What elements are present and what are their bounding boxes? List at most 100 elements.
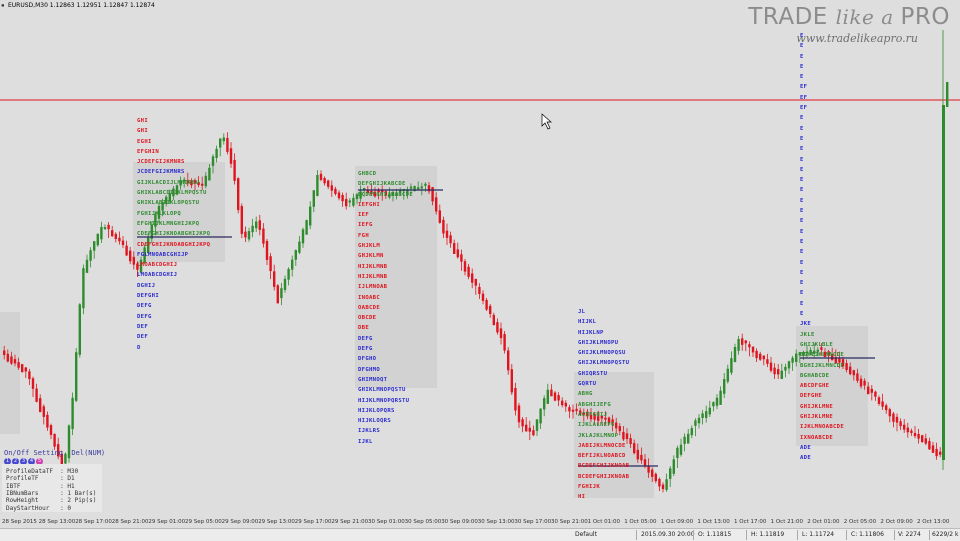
profile-row: JABIJKLMNOCDE	[578, 442, 626, 449]
profile-row: EF	[800, 94, 808, 101]
profile-row: HIJKLOQRS	[358, 418, 392, 425]
candle-body	[859, 378, 863, 387]
candle-body	[46, 414, 49, 428]
candle-body	[118, 237, 121, 242]
candle-body	[849, 366, 852, 375]
candle-body	[870, 388, 873, 393]
candle-body	[103, 227, 107, 230]
profile-row: HIJKLMNOPQRSTU	[358, 397, 410, 404]
candle-body	[539, 408, 542, 424]
candle-body	[85, 259, 89, 273]
profile-row: FGH	[358, 232, 370, 239]
candle-body	[71, 397, 74, 429]
status-profile[interactable]: Default	[575, 531, 597, 538]
time-axis-label: 29 Sep 05:00	[185, 519, 222, 525]
profile-row: E	[800, 74, 804, 81]
candle-body	[420, 186, 423, 189]
candle-body	[525, 424, 528, 432]
candle-body	[773, 367, 776, 375]
candle-body	[499, 328, 503, 339]
profile-row: ADE	[800, 455, 812, 462]
candle-body	[132, 256, 135, 265]
candle-body	[571, 409, 575, 412]
candle-body	[453, 243, 456, 254]
candle-body	[528, 427, 531, 432]
time-axis-label: 30 Sep 21:00	[551, 519, 588, 525]
candle-body	[503, 334, 506, 351]
candle-body	[3, 350, 6, 355]
profile-row: LMOABCDGHIJ	[137, 272, 178, 279]
candle-body	[780, 370, 783, 379]
profile-row: GHJKLMN	[358, 253, 384, 260]
candle-body	[424, 183, 427, 186]
chart-symbol-quote: EURUSD,M30 1.12863 1.12951 1.12847 1.128…	[8, 2, 155, 9]
profile-row: BCDEFGHIJKNOAB	[578, 463, 630, 470]
status-low: L: 1.11724	[802, 531, 835, 538]
candle-body	[337, 192, 341, 199]
profile-row: E	[800, 249, 804, 256]
candle-body	[330, 185, 333, 191]
window-menu-icon[interactable]: ▪	[1, 2, 5, 9]
candle-body	[665, 479, 668, 490]
candle-body	[456, 249, 459, 258]
profile-row: E	[800, 290, 804, 297]
time-axis: 28 Sep 2015 28 Sep 13:00 28 Sep 17:00 28 Se…	[0, 516, 960, 528]
profile-row: JCDEFGIJKMNRS	[137, 159, 185, 166]
profile-row: D	[137, 344, 141, 351]
candle-body	[935, 448, 938, 457]
time-axis-label: 30 Sep 01:00	[368, 519, 405, 525]
candle-body	[723, 379, 726, 394]
candle-body	[298, 241, 301, 253]
profile-row: E	[800, 280, 804, 287]
candle-body	[312, 190, 315, 207]
profile-row: E	[800, 166, 804, 173]
profile-row: FGLMNOABCGHIJP	[137, 251, 189, 258]
candle-body	[550, 389, 553, 397]
candle-body	[561, 400, 564, 406]
candle-body	[751, 346, 755, 353]
price-chart[interactable]: ▪ EURUSD,M30 1.12863 1.12951 1.12847 1.1…	[0, 0, 960, 516]
profile-row: GHIKLMNOPQSTU	[358, 387, 406, 394]
candle-body	[237, 178, 240, 211]
candle-body	[334, 188, 337, 195]
profile-row: IJKLRS	[358, 428, 381, 435]
status-high: H: 1.11819	[751, 531, 785, 538]
candle-body	[49, 425, 53, 435]
time-axis-label: 1 Oct 21:00	[770, 519, 803, 525]
time-axis-label: 2 Oct 05:00	[843, 519, 877, 525]
candle-body	[219, 138, 222, 148]
candle-body	[215, 148, 218, 158]
candle-body	[431, 187, 434, 202]
candle-body	[75, 352, 78, 401]
candle-body	[222, 137, 225, 142]
candle-body	[449, 235, 452, 244]
candle-body	[269, 256, 272, 272]
candle-body	[510, 369, 513, 393]
candle-body	[546, 389, 549, 404]
candle-body	[39, 398, 42, 413]
candle-body	[535, 419, 539, 431]
candle-body	[697, 417, 701, 424]
candle-body	[755, 350, 758, 359]
candle-body	[921, 435, 924, 443]
candle-body	[258, 220, 261, 230]
candle-body	[942, 105, 945, 460]
profile-row: E	[800, 43, 804, 50]
candle-body	[471, 273, 474, 283]
candle-body	[658, 478, 661, 487]
candle-body	[647, 465, 650, 473]
time-axis-label: 28 Sep 2015	[2, 519, 37, 525]
profile-row: HIJKLMNB	[358, 263, 388, 270]
candle-body	[301, 229, 305, 244]
candle-body	[636, 449, 639, 460]
candle-body	[676, 447, 679, 458]
profile-row: IEFGHI	[358, 201, 381, 208]
candle-body	[96, 233, 99, 246]
profile-row: OBCDE	[358, 315, 377, 322]
candle-body	[687, 433, 690, 444]
profile-row: E	[800, 238, 804, 245]
candle-body	[6, 353, 9, 362]
candle-body	[877, 397, 881, 404]
profile-row: LMOABCDGHIJ	[137, 262, 178, 269]
profile-row: DEF	[137, 334, 149, 341]
